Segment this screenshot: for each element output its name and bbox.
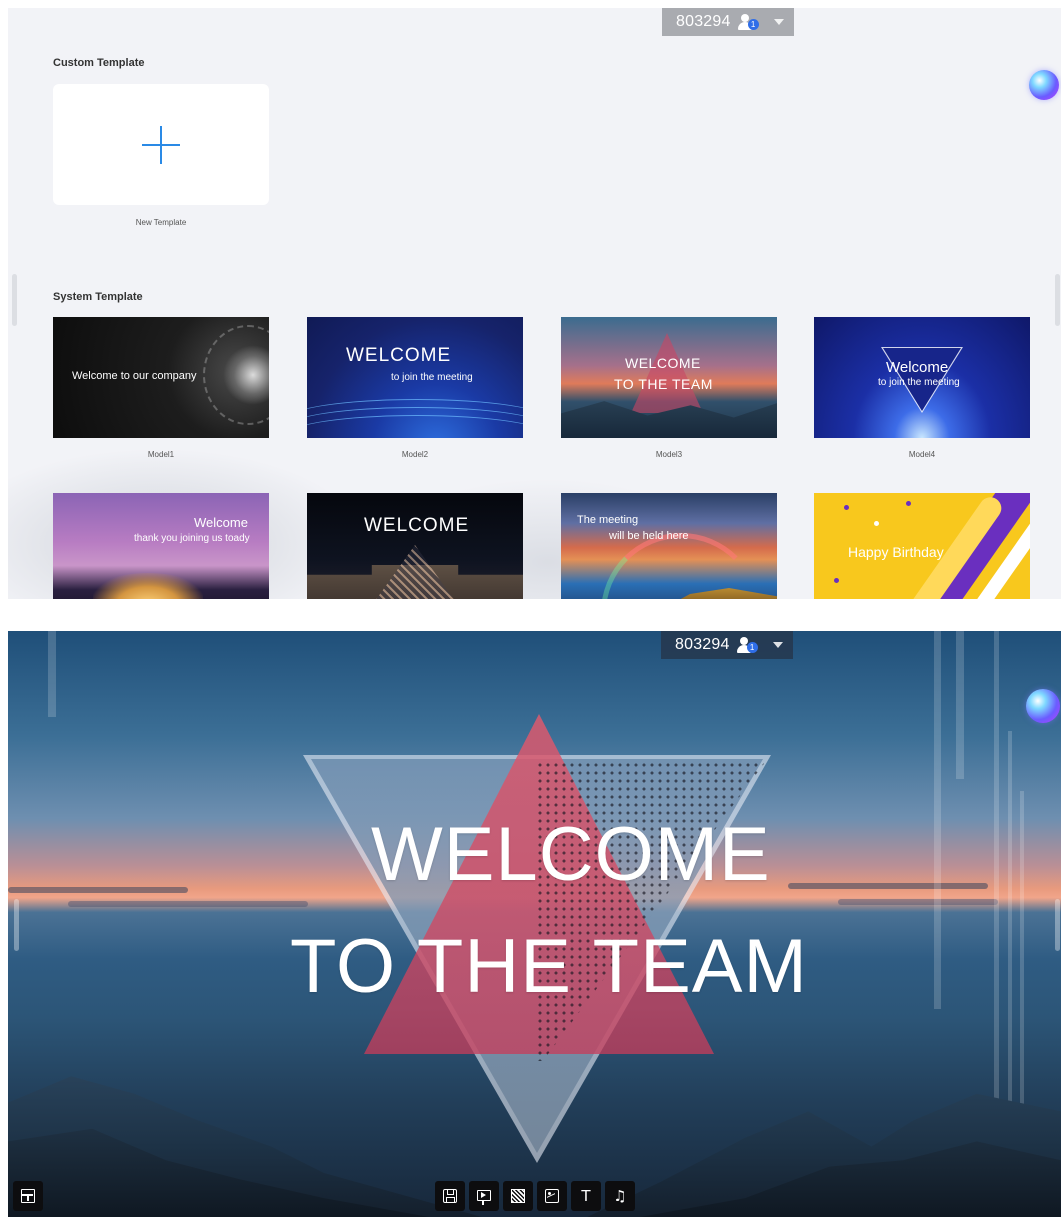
custom-template-heading: Custom Template (53, 57, 145, 69)
background-icon (511, 1189, 525, 1203)
rainbow-graphic (601, 533, 761, 599)
meeting-id: 803294 (676, 13, 731, 30)
confetti-dot (844, 505, 849, 510)
chevron-down-icon[interactable] (773, 19, 784, 25)
thumb-title: WELCOME (364, 515, 470, 536)
triangle-graphic (631, 333, 703, 413)
confetti-dot (874, 521, 879, 526)
thumb-title: The meeting (577, 514, 639, 526)
present-icon (477, 1189, 491, 1205)
system-template-heading: System Template (53, 291, 143, 303)
thumb-title: Welcome (194, 515, 248, 530)
light-bar-decoration (934, 631, 941, 1009)
confetti-dot (834, 578, 839, 583)
left-edge-handle[interactable] (12, 274, 17, 326)
template-thumb[interactable]: Happy Birthday (814, 493, 1030, 599)
plus-icon (142, 125, 180, 164)
thumb-subtitle: to join the meeting (878, 377, 960, 388)
assistant-orb-icon[interactable] (1026, 689, 1060, 723)
participant-count-badge: 1 (746, 642, 758, 653)
thumb-subtitle: thank you joining us toady (134, 533, 250, 544)
music-button[interactable]: ♫ (605, 1181, 635, 1211)
thumb-text: Welcome to our company (72, 370, 197, 382)
text-icon: T (581, 1186, 591, 1205)
music-icon: ♫ (613, 1186, 627, 1205)
template-caption: Model2 (401, 450, 429, 459)
right-edge-handle[interactable] (1055, 274, 1060, 326)
cloud-decoration (68, 901, 308, 907)
participants-icon: 1 (737, 14, 760, 30)
participant-count-badge: 1 (747, 19, 759, 30)
text-button[interactable]: T (571, 1181, 601, 1211)
right-edge-handle[interactable] (1055, 899, 1060, 951)
save-button[interactable] (435, 1181, 465, 1211)
wave-line (307, 415, 523, 438)
present-button[interactable] (469, 1181, 499, 1211)
background-button[interactable] (503, 1181, 533, 1211)
layout-icon (21, 1189, 35, 1203)
save-icon (443, 1189, 457, 1203)
meeting-info-bar[interactable]: 803294 1 (662, 8, 794, 36)
template-thumb[interactable]: WELCOME (307, 493, 523, 599)
light-bar-decoration (48, 631, 56, 717)
participants-icon: 1 (736, 637, 759, 653)
new-template-button[interactable] (53, 84, 269, 205)
meeting-info-bar[interactable]: 803294 1 (661, 631, 793, 659)
template-thumb-model1[interactable]: Welcome to our company (53, 317, 269, 438)
confetti-dot (906, 501, 911, 506)
left-edge-handle[interactable] (14, 899, 19, 951)
cloud-decoration (788, 883, 988, 889)
template-thumb[interactable]: Welcome thank you joining us toady (53, 493, 269, 599)
preview-toolbar: T ♫ (435, 1181, 635, 1211)
thumb-title: Welcome (886, 359, 949, 376)
template-thumb-model4[interactable]: Welcome to join the meeting (814, 317, 1030, 438)
template-thumb-model2[interactable]: WELCOME to join the meeting (307, 317, 523, 438)
cloud-decoration (838, 899, 998, 905)
image-button[interactable] (537, 1181, 567, 1211)
stadium-graphic (93, 573, 203, 599)
preview-title-line2[interactable]: TO THE TEAM (290, 923, 808, 1010)
meeting-id: 803294 (675, 636, 730, 653)
template-caption: Model1 (147, 450, 175, 459)
chevron-down-icon[interactable] (772, 642, 783, 648)
thumb-title: Happy Birthday (848, 544, 944, 560)
layout-button[interactable] (13, 1181, 43, 1211)
template-preview-screen: WELCOME TO THE TEAM 803294 1 T ♫ (8, 631, 1061, 1217)
thumb-subtitle: will be held here (609, 530, 689, 542)
cloud-decoration (8, 887, 188, 893)
thumb-title: WELCOME (625, 355, 701, 371)
thumb-title: WELCOME (346, 345, 452, 366)
image-icon (545, 1189, 559, 1203)
template-thumb-model3[interactable]: WELCOME TO THE TEAM (561, 317, 777, 438)
light-bar-decoration (956, 631, 964, 779)
template-thumb[interactable]: The meeting will be held here (561, 493, 777, 599)
thumb-subtitle: TO THE TEAM (614, 376, 713, 392)
thumb-subtitle: to join the meeting (391, 372, 473, 383)
template-picker-screen: 803294 1 Custom Template New Template Sy… (8, 8, 1061, 599)
new-template-label: New Template (135, 218, 187, 227)
preview-title-line1[interactable]: WELCOME (371, 811, 771, 898)
template-caption: Model4 (908, 450, 936, 459)
template-caption: Model3 (655, 450, 683, 459)
assistant-orb-icon[interactable] (1029, 70, 1059, 100)
